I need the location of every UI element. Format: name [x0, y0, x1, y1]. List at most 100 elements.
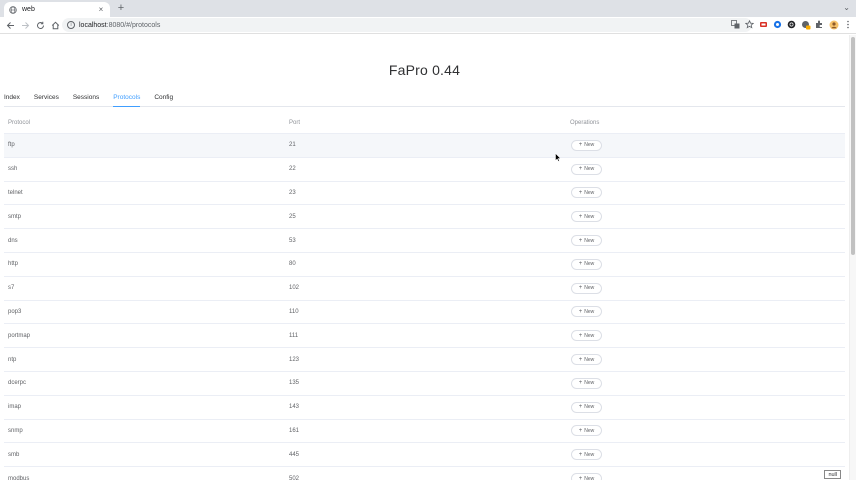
table-row: smtp 25 + New: [4, 205, 845, 230]
table-row: ssh 22 + New: [4, 158, 845, 182]
port-cell: 21: [289, 142, 296, 149]
home-icon[interactable]: [48, 18, 62, 32]
tab-index[interactable]: Index: [4, 94, 20, 106]
avatar[interactable]: [828, 19, 839, 30]
plus-icon: +: [578, 142, 583, 149]
extension-red-icon[interactable]: [758, 19, 769, 30]
new-button[interactable]: + New: [571, 235, 602, 247]
extension-icons: [730, 19, 853, 30]
browser-tab-bar: web × + ⌄: [0, 0, 856, 17]
protocol-cell: http: [8, 261, 19, 268]
menu-kebab-icon[interactable]: [842, 19, 853, 30]
browser-tab[interactable]: web ×: [4, 2, 110, 17]
operations-cell: + New: [566, 235, 845, 247]
new-button[interactable]: + New: [571, 449, 602, 461]
url-host: localhost: [79, 21, 107, 29]
new-button[interactable]: + New: [571, 306, 602, 318]
new-button[interactable]: + New: [571, 282, 602, 294]
new-button-label: New: [584, 237, 595, 244]
scrollbar-thumb[interactable]: [851, 37, 855, 255]
table-row: dns 53 + New: [4, 229, 845, 253]
operations-cell: + New: [566, 354, 845, 366]
puzzle-icon[interactable]: [814, 19, 825, 30]
new-button[interactable]: + New: [571, 401, 602, 413]
protocol-cell: dcerpc: [8, 380, 27, 387]
protocol-cell: dns: [8, 237, 18, 244]
new-button-label: New: [584, 213, 595, 220]
table-row: ntp 123 + New: [4, 348, 845, 372]
new-button-label: New: [584, 404, 595, 411]
new-button[interactable]: + New: [571, 425, 602, 437]
port-cell: 445: [289, 451, 300, 458]
operations-cell: + New: [566, 258, 845, 270]
new-button[interactable]: + New: [571, 211, 602, 223]
extension-dark-icon[interactable]: [786, 19, 797, 30]
table-row: pop3 110 + New: [4, 301, 845, 325]
new-tab-button[interactable]: +: [115, 2, 127, 15]
port-cell: 22: [289, 166, 296, 173]
table-row: modbus 502 + New: [4, 467, 845, 480]
port-cell: 161: [289, 427, 300, 434]
protocol-cell: telnet: [8, 189, 23, 196]
port-cell: 135: [289, 380, 300, 387]
page-content: FaPro 0.44 Index Services Sessions Proto…: [0, 35, 856, 480]
chevron-down-icon[interactable]: ⌄: [843, 3, 850, 12]
new-button-label: New: [584, 166, 595, 173]
tab-services[interactable]: Services: [34, 94, 59, 106]
info-icon[interactable]: i: [67, 21, 75, 29]
table-row: telnet 23 + New: [4, 182, 845, 206]
operations-cell: + New: [566, 306, 845, 318]
table-body: ftp 21 + New ssh 22 + New telnet 23 + New smtp 25 + New…: [4, 134, 845, 480]
protocol-cell: smb: [8, 451, 20, 458]
port-cell: 25: [289, 213, 296, 220]
page-scrollbar[interactable]: [849, 35, 856, 480]
new-button[interactable]: + New: [571, 377, 602, 389]
port-cell: 53: [289, 237, 296, 244]
new-button[interactable]: + New: [571, 187, 602, 199]
port-cell: 23: [289, 189, 296, 196]
table-row: snmp 161 + New: [4, 420, 845, 444]
new-button[interactable]: + New: [571, 473, 602, 480]
new-button[interactable]: + New: [571, 163, 602, 175]
operations-cell: + New: [566, 425, 845, 437]
operations-cell: + New: [566, 282, 845, 294]
address-bar[interactable]: i localhost:8080/#/protocols: [62, 18, 752, 32]
operations-cell: + New: [566, 401, 845, 413]
port-cell: 143: [289, 404, 300, 411]
new-button[interactable]: + New: [571, 330, 602, 342]
protocol-cell: s7: [8, 285, 15, 292]
new-button[interactable]: + New: [571, 258, 602, 270]
new-button[interactable]: + New: [571, 354, 602, 366]
header-protocol: Protocol: [8, 120, 31, 126]
forward-arrow-icon[interactable]: [18, 18, 32, 32]
tab-config[interactable]: Config: [154, 94, 173, 106]
mouse-cursor-icon: [555, 153, 561, 162]
tab-protocols[interactable]: Protocols: [113, 94, 141, 107]
new-button-label: New: [584, 332, 595, 339]
operations-cell: + New: [566, 163, 845, 175]
operations-cell: + New: [566, 377, 845, 389]
extension-badge-icon[interactable]: [800, 19, 811, 30]
port-cell: 123: [289, 356, 300, 363]
tab-sessions[interactable]: Sessions: [73, 94, 99, 106]
close-icon[interactable]: ×: [97, 5, 105, 14]
new-button-label: New: [584, 285, 595, 292]
table-row: ftp 21 + New: [4, 134, 845, 158]
new-button-label: New: [584, 189, 595, 196]
bookmark-star-icon[interactable]: [744, 19, 755, 30]
extension-blue-icon[interactable]: [772, 19, 783, 30]
back-arrow-icon[interactable]: [3, 18, 17, 32]
new-button-label: New: [584, 380, 595, 387]
operations-cell: + New: [566, 211, 845, 223]
new-button[interactable]: + New: [571, 139, 602, 151]
protocols-table: Protocol Port Operations ftp 21 + New ssh 22 +…: [4, 113, 845, 480]
protocol-cell: ntp: [8, 356, 17, 363]
table-row: s7 102 + New: [4, 277, 845, 301]
protocol-cell: modbus: [8, 475, 30, 480]
reload-icon[interactable]: [33, 18, 47, 32]
protocol-cell: ssh: [8, 166, 18, 173]
operations-cell: + New: [566, 473, 845, 480]
plus-icon: +: [578, 237, 583, 244]
translate-icon[interactable]: [730, 19, 741, 30]
plus-icon: +: [578, 213, 583, 220]
